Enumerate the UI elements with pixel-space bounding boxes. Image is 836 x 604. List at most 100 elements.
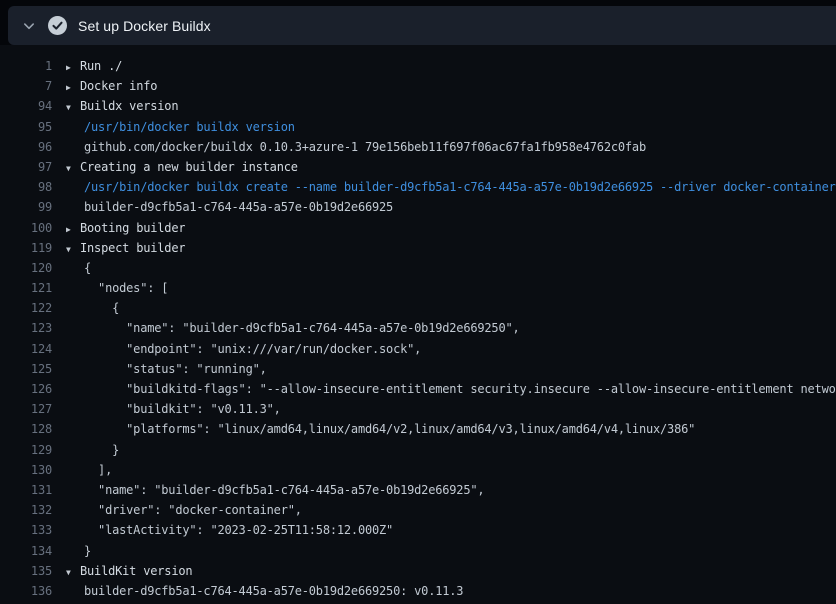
group-header[interactable]: ▶Docker info (66, 76, 157, 96)
line-number[interactable]: 135 (0, 561, 52, 581)
line-number[interactable]: 124 (0, 339, 52, 359)
collapse-arrow-icon[interactable]: ▼ (66, 98, 80, 116)
output-text: { (66, 258, 91, 278)
expand-arrow-icon[interactable]: ▶ (66, 58, 80, 76)
collapse-arrow-icon[interactable]: ▼ (66, 563, 80, 581)
log-line-row: 96 github.com/docker/buildx 0.10.3+azure-… (0, 137, 836, 157)
log-line-row: 123 "name": "builder-d9cfb5a1-c764-445a-… (0, 318, 836, 338)
collapse-arrow-icon[interactable]: ▼ (66, 159, 80, 177)
collapse-arrow-icon[interactable]: ▼ (66, 240, 80, 258)
group-header[interactable]: ▼Creating a new builder instance (66, 157, 298, 177)
line-number[interactable]: 98 (0, 177, 52, 197)
output-text: } (66, 541, 91, 561)
line-number[interactable]: 131 (0, 480, 52, 500)
log-line-row: 132 "driver": "docker-container", (0, 500, 836, 520)
group-header[interactable]: ▶Booting builder (66, 218, 185, 238)
line-number[interactable]: 126 (0, 379, 52, 399)
expand-arrow-icon[interactable]: ▶ (66, 220, 80, 238)
log-line-row: 120 { (0, 258, 836, 278)
output-text: builder-d9cfb5a1-c764-445a-a57e-0b19d2e6… (66, 581, 463, 601)
log-line-row: 129 } (0, 440, 836, 460)
group-header[interactable]: ▶Run ./ (66, 56, 122, 76)
log-group-row: 94 ▼Buildx version (0, 96, 836, 116)
log-line-row: 128 "platforms": "linux/amd64,linux/amd6… (0, 419, 836, 439)
check-circle-icon (48, 16, 67, 35)
output-text: "buildkit": "v0.11.3", (66, 399, 281, 419)
log-line-row: 127 "buildkit": "v0.11.3", (0, 399, 836, 419)
log-line-row: 99 builder-d9cfb5a1-c764-445a-a57e-0b19d2… (0, 197, 836, 217)
output-text: "status": "running", (66, 359, 267, 379)
actions-log-viewer: Set up Docker Buildx 1▶Run ./7▶Docker in… (0, 0, 836, 604)
line-number[interactable]: 95 (0, 117, 52, 137)
group-title: Run ./ (80, 59, 122, 73)
step-header[interactable]: Set up Docker Buildx (8, 6, 836, 45)
output-text: "lastActivity": "2023-02-25T11:58:12.000… (66, 520, 393, 540)
line-number[interactable]: 94 (0, 96, 52, 116)
log-line-row: 131 "name": "builder-d9cfb5a1-c764-445a-… (0, 480, 836, 500)
group-title: Inspect builder (80, 241, 185, 255)
group-header[interactable]: ▼BuildKit version (66, 561, 192, 581)
line-number[interactable]: 122 (0, 298, 52, 318)
group-header[interactable]: ▼Buildx version (66, 96, 178, 116)
output-text: } (66, 440, 119, 460)
output-text: "name": "builder-d9cfb5a1-c764-445a-a57e… (66, 318, 520, 338)
line-number[interactable]: 97 (0, 157, 52, 177)
line-number[interactable]: 1 (0, 56, 52, 76)
group-title: Buildx version (80, 99, 178, 113)
output-text: "name": "builder-d9cfb5a1-c764-445a-a57e… (66, 480, 484, 500)
log-line-row: 124 "endpoint": "unix:///var/run/docker.… (0, 339, 836, 359)
log-group-row: 1 ▶Run ./ (0, 56, 836, 76)
group-title: Docker info (80, 79, 157, 93)
group-title: Creating a new builder instance (80, 160, 298, 174)
log-group-row: 100 ▶Booting builder (0, 218, 836, 238)
line-number[interactable]: 128 (0, 419, 52, 439)
command-text: /usr/bin/docker buildx version (66, 117, 295, 137)
line-number[interactable]: 125 (0, 359, 52, 379)
output-text: ], (66, 460, 112, 480)
line-number[interactable]: 96 (0, 137, 52, 157)
chevron-down-icon[interactable] (21, 19, 37, 33)
log-line-row: 125 "status": "running", (0, 359, 836, 379)
log-group-row: 7 ▶Docker info (0, 76, 836, 96)
log-line-row: 98/usr/bin/docker buildx create --name b… (0, 177, 836, 197)
expand-arrow-icon[interactable]: ▶ (66, 78, 80, 96)
line-number[interactable]: 100 (0, 218, 52, 238)
log-group-row: 97 ▼Creating a new builder instance (0, 157, 836, 177)
output-text: builder-d9cfb5a1-c764-445a-a57e-0b19d2e6… (66, 197, 393, 217)
group-title: Booting builder (80, 221, 185, 235)
log-line-row: 136 builder-d9cfb5a1-c764-445a-a57e-0b19d… (0, 581, 836, 601)
command-text: /usr/bin/docker buildx create --name bui… (66, 177, 836, 197)
output-text: "nodes": [ (66, 278, 168, 298)
line-number[interactable]: 136 (0, 581, 52, 601)
line-number[interactable]: 120 (0, 258, 52, 278)
group-header[interactable]: ▼Inspect builder (66, 238, 185, 258)
log-line-row: 130 ], (0, 460, 836, 480)
output-text: "endpoint": "unix:///var/run/docker.sock… (66, 339, 421, 359)
output-text: "platforms": "linux/amd64,linux/amd64/v2… (66, 419, 695, 439)
line-number[interactable]: 123 (0, 318, 52, 338)
log-group-row: 135 ▼BuildKit version (0, 561, 836, 581)
line-number[interactable]: 130 (0, 460, 52, 480)
line-number[interactable]: 132 (0, 500, 52, 520)
log-line-row: 133 "lastActivity": "2023-02-25T11:58:12… (0, 520, 836, 540)
line-number[interactable]: 133 (0, 520, 52, 540)
line-number[interactable]: 119 (0, 238, 52, 258)
output-text: { (66, 298, 119, 318)
log-line-row: 122 { (0, 298, 836, 318)
line-number[interactable]: 121 (0, 278, 52, 298)
output-text: "driver": "docker-container", (66, 500, 302, 520)
log-group-row: 119 ▼Inspect builder (0, 238, 836, 258)
step-title: Set up Docker Buildx (78, 18, 211, 34)
line-number[interactable]: 99 (0, 197, 52, 217)
log-line-row: 126 "buildkitd-flags": "--allow-insecure… (0, 379, 836, 399)
line-number[interactable]: 127 (0, 399, 52, 419)
line-number[interactable]: 7 (0, 76, 52, 96)
log-line-row: 95/usr/bin/docker buildx version (0, 117, 836, 137)
line-number[interactable]: 134 (0, 541, 52, 561)
log-lines-container: 1▶Run ./7▶Docker info94▼Buildx version95… (0, 45, 836, 604)
log-line-row: 121 "nodes": [ (0, 278, 836, 298)
output-text: "buildkitd-flags": "--allow-insecure-ent… (66, 379, 836, 399)
output-text: github.com/docker/buildx 0.10.3+azure-1 … (66, 137, 646, 157)
group-title: BuildKit version (80, 564, 192, 578)
line-number[interactable]: 129 (0, 440, 52, 460)
